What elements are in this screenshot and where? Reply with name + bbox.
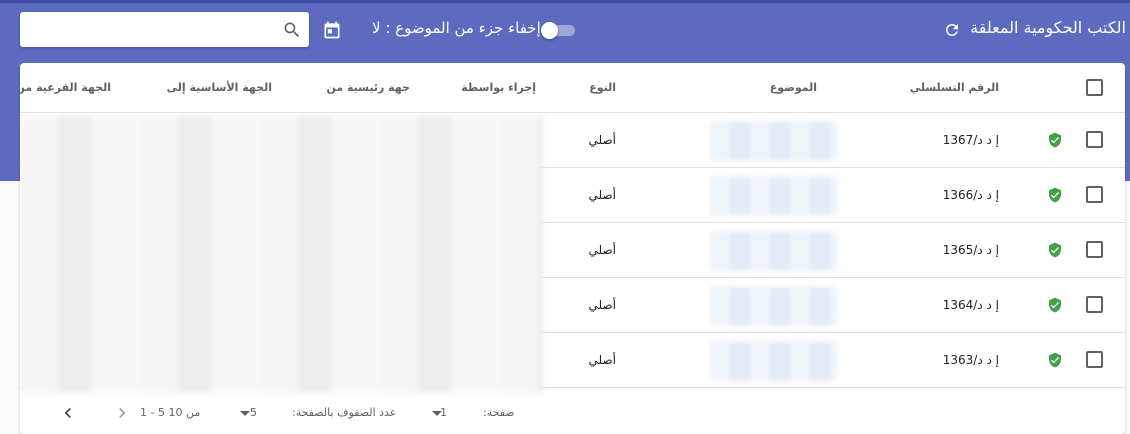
pagination-bar: صفحة: 1 عدد الصفوف بالصفحة: 5 1 - 5 من 1… xyxy=(20,393,1125,434)
serial-number: إ د د/1367 xyxy=(942,133,999,147)
document-type: أصلي xyxy=(588,298,617,312)
rows-per-page-label: عدد الصفوف بالصفحة: xyxy=(292,406,397,419)
hide-subject-toggle-label: إخفاء جزء من الموضوع : لا xyxy=(372,19,541,37)
document-type: أصلي xyxy=(588,133,617,147)
shield-check-icon xyxy=(1049,352,1061,368)
search-icon[interactable] xyxy=(282,20,302,40)
column-header-serial[interactable]: الرقم التسلسلي xyxy=(900,63,999,113)
row-checkbox[interactable] xyxy=(1086,296,1103,313)
page-select-caret-icon[interactable] xyxy=(432,411,442,416)
chevron-right-icon[interactable] xyxy=(112,403,132,423)
page-title: الكتب الحكومية المعلقة xyxy=(970,18,1126,37)
page-label: صفحة: xyxy=(483,406,515,419)
toggle-knob xyxy=(541,22,558,39)
column-header-subject[interactable]: الموضوع xyxy=(720,63,817,113)
column-header-main-from[interactable]: جهة رئيسية من xyxy=(310,63,410,113)
table-card: الرقم التسلسلي الموضوع النوع إجراء بواسط… xyxy=(20,63,1125,434)
search-box xyxy=(20,12,309,47)
search-input[interactable] xyxy=(28,12,273,47)
document-type: أصلي xyxy=(588,353,617,367)
column-header-action-by[interactable]: إجراء بواسطة xyxy=(450,63,536,113)
row-checkbox[interactable] xyxy=(1086,186,1103,203)
rows-per-page-caret-icon[interactable] xyxy=(240,411,250,416)
serial-number: إ د د/1363 xyxy=(942,353,999,367)
subject-link[interactable] xyxy=(710,121,838,161)
column-header-sub-from[interactable]: الجهة الفرعية من xyxy=(20,63,111,113)
calendar-icon[interactable] xyxy=(322,20,342,40)
column-header-type[interactable]: النوع xyxy=(560,63,616,113)
subject-link[interactable] xyxy=(710,286,838,326)
select-all-checkbox[interactable] xyxy=(1086,79,1103,96)
subject-link[interactable] xyxy=(710,231,838,271)
row-checkbox[interactable] xyxy=(1086,131,1103,148)
document-type: أصلي xyxy=(588,188,617,202)
rows-per-page-select[interactable]: 5 xyxy=(250,406,257,419)
row-checkbox[interactable] xyxy=(1086,241,1103,258)
shield-check-icon xyxy=(1049,187,1061,203)
subject-link[interactable] xyxy=(710,341,838,381)
shield-check-icon xyxy=(1049,132,1061,148)
shield-check-icon xyxy=(1049,242,1061,258)
serial-number: إ د د/1365 xyxy=(942,243,999,257)
column-header-main-to[interactable]: الجهة الأساسية إلى xyxy=(150,63,272,113)
pagination-range: 1 - 5 من 10 xyxy=(140,406,201,419)
chevron-left-icon[interactable] xyxy=(58,403,78,423)
serial-number: إ د د/1364 xyxy=(942,298,999,312)
shield-check-icon xyxy=(1049,297,1061,313)
document-type: أصلي xyxy=(588,243,617,257)
top-border xyxy=(0,0,1130,3)
refresh-icon[interactable] xyxy=(943,21,961,39)
row-checkbox[interactable] xyxy=(1086,351,1103,368)
redacted-columns xyxy=(20,116,543,393)
serial-number: إ د د/1366 xyxy=(942,188,999,202)
hide-subject-toggle[interactable] xyxy=(541,22,575,39)
subject-link[interactable] xyxy=(710,176,838,216)
